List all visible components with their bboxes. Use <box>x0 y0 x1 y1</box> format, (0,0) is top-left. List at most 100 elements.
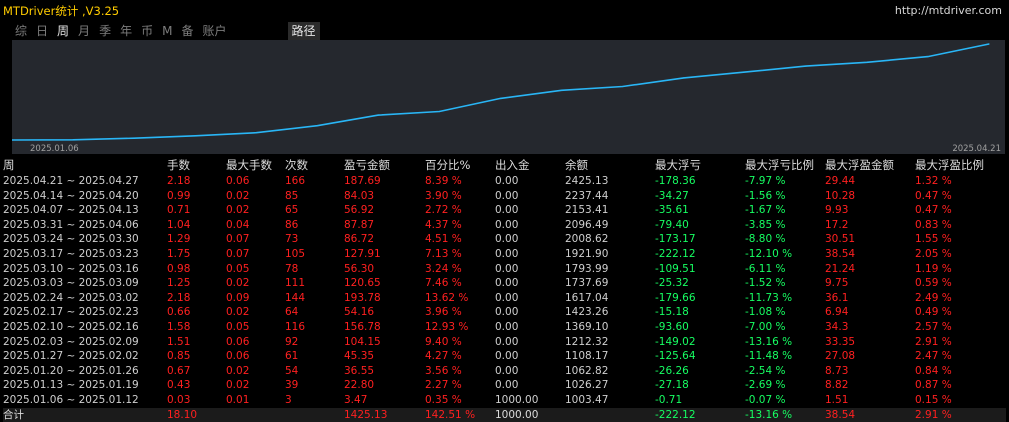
table-row[interactable]: 2025.02.17 ~ 2025.02.230.660.026454.163.… <box>3 305 1006 320</box>
header-cell[interactable]: 周 <box>3 157 167 174</box>
tab-4[interactable]: 季 <box>96 22 114 40</box>
total-cell: 1000.00 <box>495 408 565 422</box>
balance-point <box>622 86 623 87</box>
header-cell[interactable]: 最大浮盈比例 <box>915 157 1006 174</box>
table-cell: 0.59 % <box>915 276 1006 291</box>
balance-point <box>439 111 440 112</box>
header-cell[interactable]: 百分比% <box>425 157 495 174</box>
table-cell: 0.00 <box>495 320 565 335</box>
table-cell: -1.08 % <box>745 305 825 320</box>
table-cell: -27.18 <box>655 378 745 393</box>
table-cell: 0.02 <box>226 364 285 379</box>
tab-5[interactable]: 年 <box>117 22 135 40</box>
table-row[interactable]: 2025.02.24 ~ 2025.03.022.180.09144193.78… <box>3 291 1006 306</box>
total-cell <box>226 408 285 422</box>
header-cell[interactable]: 最大浮亏 <box>655 157 745 174</box>
table-body: 2025.04.21 ~ 2025.04.272.180.06166187.69… <box>3 174 1006 408</box>
table-cell: 2025.01.06 ~ 2025.01.12 <box>3 393 167 408</box>
table-cell: -1.67 % <box>745 203 825 218</box>
table-cell: 0.00 <box>495 189 565 204</box>
table-row[interactable]: 2025.02.10 ~ 2025.02.161.580.05116156.78… <box>3 320 1006 335</box>
table-cell: 2.91 % <box>915 335 1006 350</box>
table-cell: 2.05 % <box>915 247 1006 262</box>
table-cell: 2025.03.10 ~ 2025.03.16 <box>3 262 167 277</box>
table-cell: 21.24 <box>825 262 915 277</box>
table-cell: 78 <box>285 262 344 277</box>
table-cell: 0.85 <box>167 349 226 364</box>
table-row[interactable]: 2025.03.24 ~ 2025.03.301.290.077386.724.… <box>3 232 1006 247</box>
balance-chart-svg: 2025.01.062025.04.21 <box>12 40 1005 154</box>
table-cell: 2025.03.24 ~ 2025.03.30 <box>3 232 167 247</box>
table-row[interactable]: 2025.01.20 ~ 2025.01.260.670.025436.553.… <box>3 364 1006 379</box>
table-row[interactable]: 2025.04.21 ~ 2025.04.272.180.06166187.69… <box>3 174 1006 189</box>
balance-chart: 2025.01.062025.04.21 <box>12 40 1005 154</box>
table-cell: -0.07 % <box>745 393 825 408</box>
tab-3[interactable]: 月 <box>75 22 93 40</box>
tab-2[interactable]: 周 <box>54 22 72 40</box>
header-cell[interactable]: 余额 <box>565 157 655 174</box>
total-cell: 1425.13 <box>344 408 425 422</box>
table-row[interactable]: 2025.01.06 ~ 2025.01.120.030.0133.470.35… <box>3 393 1006 408</box>
table-cell: 0.00 <box>495 305 565 320</box>
table-cell: 127.91 <box>344 247 425 262</box>
table-row[interactable]: 2025.03.31 ~ 2025.04.061.040.048687.874.… <box>3 218 1006 233</box>
table-cell: 29.44 <box>825 174 915 189</box>
table-cell: 2025.01.13 ~ 2025.01.19 <box>3 378 167 393</box>
table-cell: 0.83 % <box>915 218 1006 233</box>
table-cell: 2025.03.17 ~ 2025.03.23 <box>3 247 167 262</box>
table-cell: 0.06 <box>226 174 285 189</box>
table-cell: 2025.04.21 ~ 2025.04.27 <box>3 174 167 189</box>
table-cell: 1793.99 <box>565 262 655 277</box>
balance-line <box>12 44 989 140</box>
table-cell: 0.00 <box>495 276 565 291</box>
table-row[interactable]: 2025.01.13 ~ 2025.01.190.430.023922.802.… <box>3 378 1006 393</box>
table-cell: 22.80 <box>344 378 425 393</box>
table-cell: 104.15 <box>344 335 425 350</box>
tab-7[interactable]: M <box>159 22 175 40</box>
table-row[interactable]: 2025.04.14 ~ 2025.04.200.990.028584.033.… <box>3 189 1006 204</box>
table-row[interactable]: 2025.01.27 ~ 2025.02.020.850.066145.354.… <box>3 349 1006 364</box>
header-cell[interactable]: 盈亏金额 <box>344 157 425 174</box>
table-cell: 0.00 <box>495 174 565 189</box>
table-cell: 0.00 <box>495 203 565 218</box>
table-cell: 2025.01.20 ~ 2025.01.26 <box>3 364 167 379</box>
table-row[interactable]: 2025.03.03 ~ 2025.03.091.250.02111120.65… <box>3 276 1006 291</box>
website-link[interactable]: http://mtdriver.com <box>895 4 1002 17</box>
balance-point <box>195 135 196 136</box>
tab-0[interactable]: 综 <box>12 22 30 40</box>
table-cell: 0.98 <box>167 262 226 277</box>
table-row[interactable]: 2025.03.17 ~ 2025.03.231.750.07105127.91… <box>3 247 1006 262</box>
table-row[interactable]: 2025.02.03 ~ 2025.02.091.510.0692104.159… <box>3 335 1006 350</box>
table-cell: 111 <box>285 276 344 291</box>
total-cell: 2.91 % <box>915 408 1006 422</box>
table-cell: 2025.04.07 ~ 2025.04.13 <box>3 203 167 218</box>
table-total-row: 合计18.101425.13142.51 %1000.00-222.12-13.… <box>3 408 1006 422</box>
header-cell[interactable]: 最大浮亏比例 <box>745 157 825 174</box>
table-cell: 1.51 <box>825 393 915 408</box>
table-cell: 0.07 <box>226 232 285 247</box>
table-header: 周手数最大手数次数盈亏金额百分比%出入金余额最大浮亏最大浮亏比例最大浮盈金额最大… <box>3 157 1006 174</box>
header-cell[interactable]: 次数 <box>285 157 344 174</box>
header-cell[interactable]: 最大浮盈金额 <box>825 157 915 174</box>
table-cell: -7.00 % <box>745 320 825 335</box>
table-cell: 2.72 % <box>425 203 495 218</box>
total-cell: 18.10 <box>167 408 226 422</box>
table-cell: 9.40 % <box>425 335 495 350</box>
table-cell: -12.10 % <box>745 247 825 262</box>
tab-1[interactable]: 日 <box>33 22 51 40</box>
table-cell: 0.02 <box>226 378 285 393</box>
table-cell: 0.00 <box>495 335 565 350</box>
table-cell: 2237.44 <box>565 189 655 204</box>
tab-6[interactable]: 币 <box>138 22 156 40</box>
header-cell[interactable]: 最大手数 <box>226 157 285 174</box>
table-cell: 0.06 <box>226 335 285 350</box>
table-cell: 1921.90 <box>565 247 655 262</box>
tab-8[interactable]: 备 <box>178 22 196 40</box>
tab-9[interactable]: 账户 <box>199 22 229 40</box>
header-cell[interactable]: 手数 <box>167 157 226 174</box>
header-cell[interactable]: 出入金 <box>495 157 565 174</box>
table-row[interactable]: 2025.03.10 ~ 2025.03.160.980.057856.303.… <box>3 262 1006 277</box>
table-row[interactable]: 2025.04.07 ~ 2025.04.130.710.026556.922.… <box>3 203 1006 218</box>
table-cell: 92 <box>285 335 344 350</box>
tab-path[interactable]: 路径 <box>288 22 320 40</box>
